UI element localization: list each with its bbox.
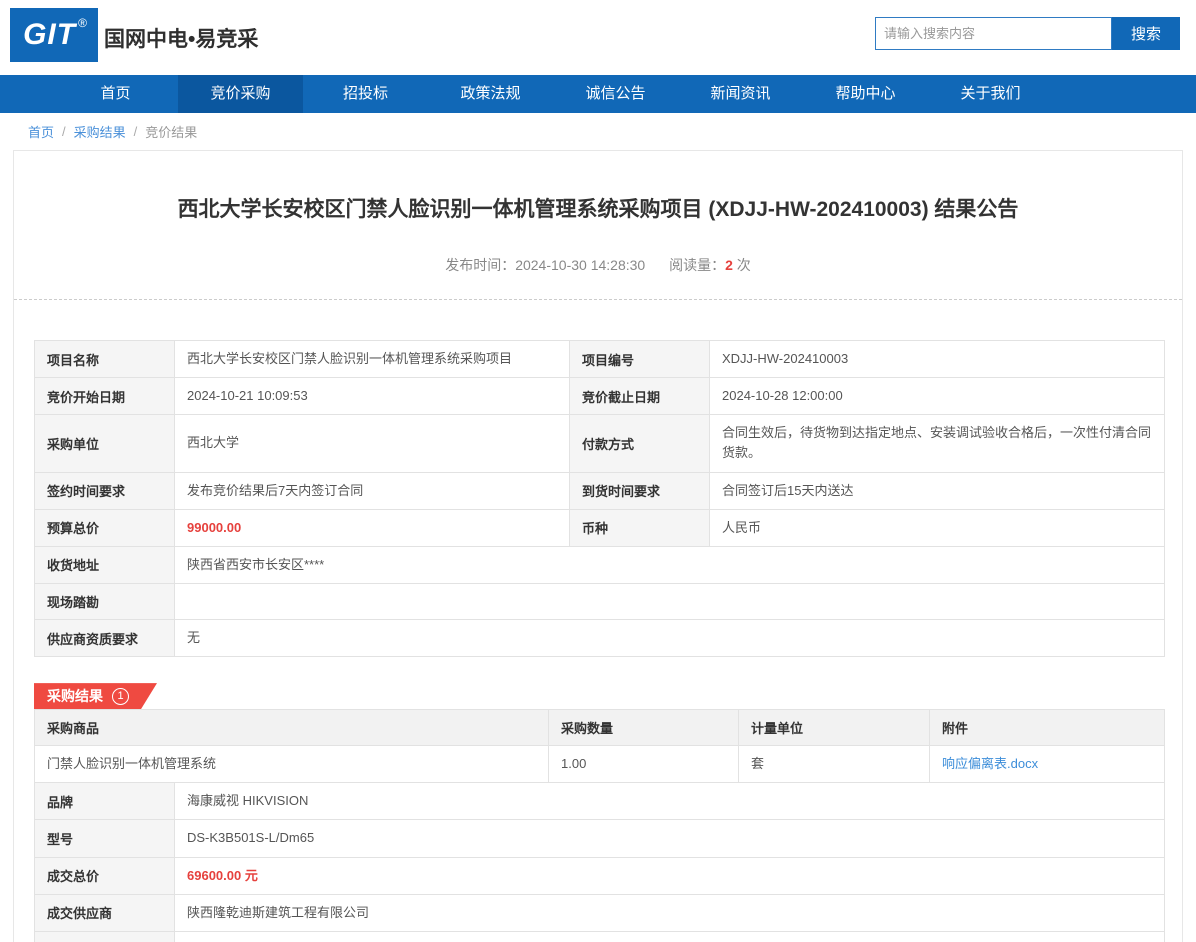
detail-label: 品牌 [35, 783, 175, 820]
info-label: 项目编号 [570, 341, 710, 378]
detail-value: 海康威视 HIKVISION [175, 783, 1165, 820]
site-logo: GIT® [10, 8, 98, 62]
detail-label: 质保及售后服务 [35, 931, 175, 942]
budget-total-value: 99000.00 [175, 509, 570, 546]
result-count-badge: 1 [112, 688, 129, 705]
table-row: 品牌 海康威视 HIKVISION [35, 783, 1165, 820]
detail-value: 陕西隆乾迪斯建筑工程有限公司 [175, 894, 1165, 931]
breadcrumb: 首页 / 采购结果 / 竞价结果 [0, 113, 1196, 150]
result-section-ribbon: 采购结果 1 [34, 683, 157, 709]
product-unit: 套 [739, 746, 930, 783]
dashed-divider [14, 299, 1182, 300]
info-value: 无 [175, 619, 1165, 656]
search-button[interactable]: 搜索 [1112, 17, 1180, 50]
attachment-link[interactable]: 响应偏离表.docx [942, 756, 1038, 771]
breadcrumb-separator: / [134, 124, 138, 139]
brand-title: 国网中电•易竞采 [104, 0, 258, 75]
info-label: 预算总价 [35, 509, 175, 546]
info-label: 采购单位 [35, 415, 175, 472]
info-value: 2024-10-28 12:00:00 [710, 378, 1165, 415]
table-row: 成交供应商 陕西隆乾迪斯建筑工程有限公司 [35, 894, 1165, 931]
views-count: 2 [725, 257, 733, 273]
info-value: 陕西省西安市长安区**** [175, 546, 1165, 583]
info-label: 收货地址 [35, 546, 175, 583]
nav-item-policy[interactable]: 政策法规 [428, 75, 553, 113]
breadcrumb-link-procurement-results[interactable]: 采购结果 [74, 122, 126, 141]
info-value: 人民币 [710, 509, 1165, 546]
table-row: 成交总价 69600.00 元 [35, 857, 1165, 894]
product-quantity: 1.00 [549, 746, 739, 783]
info-value: 合同签订后15天内送达 [710, 472, 1165, 509]
info-value: 2024-10-21 10:09:53 [175, 378, 570, 415]
nav-item-integrity[interactable]: 诚信公告 [553, 75, 678, 113]
table-row: 项目名称 西北大学长安校区门禁人脸识别一体机管理系统采购项目 项目编号 XDJJ… [35, 341, 1165, 378]
info-value: 合同生效后，待货物到达指定地点、安装调试验收合格后，一次性付清合同货款。 [710, 415, 1165, 472]
info-label: 签约时间要求 [35, 472, 175, 509]
info-label: 付款方式 [570, 415, 710, 472]
search-input[interactable] [875, 17, 1112, 50]
table-row: 采购单位 西北大学 付款方式 合同生效后，待货物到达指定地点、安装调试验收合格后… [35, 415, 1165, 472]
info-value [175, 583, 1165, 619]
project-info-table: 项目名称 西北大学长安校区门禁人脸识别一体机管理系统采购项目 项目编号 XDJJ… [34, 340, 1165, 657]
main-nav: 首页 竞价采购 招投标 政策法规 诚信公告 新闻资讯 帮助中心 关于我们 [0, 75, 1196, 113]
table-row: 质保及售后服务 响应时效：即时响应（包括电话响应）；电话响应无法解决24小时内到… [35, 931, 1165, 942]
nav-item-help[interactable]: 帮助中心 [803, 75, 928, 113]
info-label: 竞价开始日期 [35, 378, 175, 415]
page-title: 西北大学长安校区门禁人脸识别一体机管理系统采购项目 (XDJJ-HW-20241… [14, 193, 1182, 223]
nav-item-tender[interactable]: 招投标 [303, 75, 428, 113]
info-value: 西北大学 [175, 415, 570, 472]
table-row: 供应商资质要求 无 [35, 619, 1165, 656]
site-header: GIT® 国网中电•易竞采 搜索 [0, 0, 1196, 75]
table-row: 签约时间要求 发布竞价结果后7天内签订合同 到货时间要求 合同签订后15天内送达 [35, 472, 1165, 509]
result-badge-label: 采购结果 [47, 686, 103, 706]
info-label: 到货时间要求 [570, 472, 710, 509]
detail-label: 成交供应商 [35, 894, 175, 931]
info-label: 项目名称 [35, 341, 175, 378]
table-row: 收货地址 陕西省西安市长安区**** [35, 546, 1165, 583]
column-header: 采购商品 [35, 710, 549, 746]
nav-item-about[interactable]: 关于我们 [928, 75, 1053, 113]
registered-mark-icon: ® [78, 16, 87, 30]
info-value: XDJJ-HW-202410003 [710, 341, 1165, 378]
detail-value: DS-K3B501S-L/Dm65 [175, 820, 1165, 857]
info-value: 西北大学长安校区门禁人脸识别一体机管理系统采购项目 [175, 341, 570, 378]
column-header: 附件 [930, 710, 1165, 746]
nav-item-home[interactable]: 首页 [53, 75, 178, 113]
views-unit: 次 [737, 257, 751, 273]
detail-value: 响应时效：即时响应（包括电话响应）；电话响应无法解决24小时内到达现场。修复时间… [175, 931, 1165, 942]
publish-time-value: 2024-10-30 14:28:30 [515, 257, 645, 273]
column-header: 计量单位 [739, 710, 930, 746]
deal-total-price: 69600.00 元 [175, 857, 1165, 894]
detail-label: 型号 [35, 820, 175, 857]
publish-info: 发布时间：2024-10-30 14:28:30 阅读量：2 次 [14, 255, 1182, 275]
info-value: 发布竞价结果后7天内签订合同 [175, 472, 570, 509]
product-row: 门禁人脸识别一体机管理系统 1.00 套 响应偏离表.docx [35, 746, 1165, 783]
column-header: 采购数量 [549, 710, 739, 746]
info-label: 供应商资质要求 [35, 619, 175, 656]
nav-item-news[interactable]: 新闻资讯 [678, 75, 803, 113]
content-card: 西北大学长安校区门禁人脸识别一体机管理系统采购项目 (XDJJ-HW-20241… [13, 150, 1183, 942]
nav-item-bidding-purchase[interactable]: 竞价采购 [178, 75, 303, 113]
views-label: 阅读量： [669, 257, 725, 273]
info-label: 竞价截止日期 [570, 378, 710, 415]
table-row: 现场踏勘 [35, 583, 1165, 619]
info-label: 现场踏勘 [35, 583, 175, 619]
table-row: 竞价开始日期 2024-10-21 10:09:53 竞价截止日期 2024-1… [35, 378, 1165, 415]
detail-label: 成交总价 [35, 857, 175, 894]
logo-text: GIT [23, 18, 76, 52]
table-row: 预算总价 99000.00 币种 人民币 [35, 509, 1165, 546]
product-name: 门禁人脸识别一体机管理系统 [35, 746, 549, 783]
breadcrumb-separator: / [62, 124, 66, 139]
breadcrumb-current: 竞价结果 [145, 122, 197, 141]
table-header-row: 采购商品 采购数量 计量单位 附件 [35, 710, 1165, 746]
breadcrumb-link-home[interactable]: 首页 [28, 122, 54, 141]
search-box: 搜索 [875, 17, 1180, 50]
table-row: 型号 DS-K3B501S-L/Dm65 [35, 820, 1165, 857]
info-label: 币种 [570, 509, 710, 546]
publish-time-label: 发布时间： [445, 257, 515, 273]
result-table: 采购商品 采购数量 计量单位 附件 门禁人脸识别一体机管理系统 1.00 套 响… [34, 709, 1165, 942]
